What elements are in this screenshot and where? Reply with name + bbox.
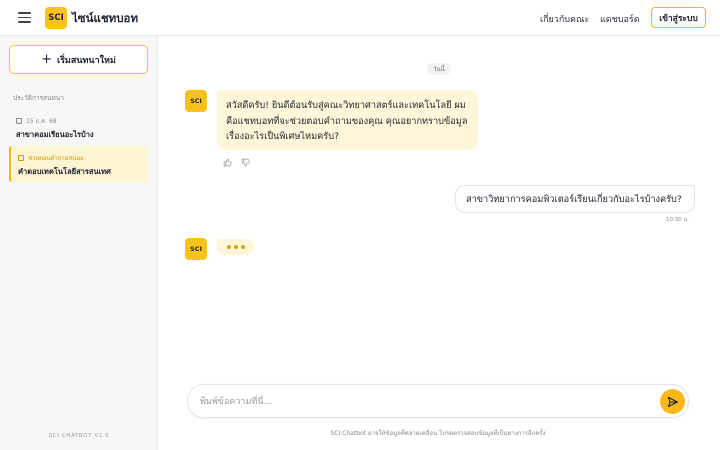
- send-button[interactable]: [660, 389, 685, 414]
- brand-name: ไซน์แชทบอท: [72, 11, 139, 25]
- login-button[interactable]: เข้าสู่ระบบ: [651, 7, 706, 28]
- sidebar: + เริ่มสนทนาใหม่ ประวัติการสนทนา 15 ธ.ค.…: [0, 36, 158, 450]
- typing-indicator: [217, 239, 254, 255]
- logo: SCI: [45, 7, 67, 29]
- send-icon: [667, 396, 678, 407]
- message-composer: [187, 384, 689, 418]
- user-message: สาขาวิทยาการคอมพิวเตอร์เรียนเกี่ยวกับอะไ…: [455, 185, 695, 213]
- message-timestamp: 10:30 น.: [665, 217, 689, 223]
- history-item[interactable]: 15 ธ.ค. 68 สาขาคอมเรียนอะไรบ้าง: [9, 112, 148, 140]
- calendar-icon: [16, 118, 22, 124]
- top-header: SCI ไซน์แชทบอท เกี่ยวกับคณะ แดชบอร์ด เข้…: [0, 0, 720, 36]
- nav-link-dashboard[interactable]: แดชบอร์ด: [600, 12, 640, 26]
- thumbs-down-icon[interactable]: [240, 157, 250, 167]
- calendar-icon: [18, 155, 24, 161]
- plus-icon: +: [41, 52, 52, 67]
- new-chat-button[interactable]: + เริ่มสนทนาใหม่: [9, 45, 148, 74]
- bot-message: สวัสดีครับ! ยินดีต้อนรับสู่คณะวิทยาศาสตร…: [217, 90, 478, 150]
- history-item-date: 15 ธ.ค. 68: [26, 118, 57, 125]
- new-chat-label: เริ่มสนทนาใหม่: [57, 55, 116, 66]
- bot-avatar-typing: SCI: [185, 238, 207, 260]
- history-item-subtitle: ช่วยตอบคำถามหน่อย: [28, 155, 84, 162]
- history-item-title: สาขาคอมเรียนอะไรบ้าง: [16, 130, 94, 139]
- menu-icon[interactable]: [18, 12, 31, 23]
- history-item-title: คำตอบเทคโนโลยีสารสนเทศ: [18, 167, 111, 176]
- thumbs-up-icon[interactable]: [222, 157, 232, 167]
- history-item-active[interactable]: ช่วยตอบคำถามหน่อย คำตอบเทคโนโลยีสารสนเทศ: [9, 146, 148, 182]
- disclaimer-text: SCI Chatbot อาจให้ข้อมูลที่คลาดเคลื่อน โ…: [330, 430, 546, 437]
- version-label: SCI CHATBOT V1.0: [48, 433, 110, 439]
- history-heading: ประวัติการสนทนา: [13, 94, 64, 102]
- nav-link-about[interactable]: เกี่ยวกับคณะ: [540, 12, 589, 26]
- message-input[interactable]: [200, 393, 640, 411]
- day-divider: วันนี้: [427, 63, 451, 75]
- bot-avatar: SCI: [185, 90, 207, 112]
